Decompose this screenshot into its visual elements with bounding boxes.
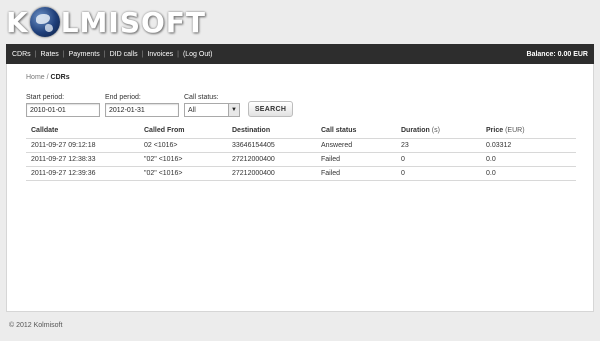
nav-separator: | <box>34 50 37 58</box>
cell-duration: 0 <box>396 165 481 181</box>
start-period-field: Start period: <box>26 94 100 117</box>
nav-separator: | <box>62 50 65 58</box>
nav-log-out[interactable]: (Log Out) <box>183 51 213 58</box>
end-period-field: End period: <box>105 94 179 117</box>
table-row: 2011-09-27 12:38:33 "02" <1016> 27212000… <box>26 151 576 166</box>
header-calldate[interactable]: Calldate <box>26 124 139 138</box>
cell-called-from: "02" <1016> <box>139 165 227 181</box>
header-destination[interactable]: Destination <box>227 124 316 138</box>
header-called-from[interactable]: Called From <box>139 124 227 138</box>
logo-text: LMISOFT <box>60 5 207 39</box>
main-content: Home / CDRs Start period: End period: Ca… <box>6 64 594 312</box>
cell-called-from: 02 <1016> <box>139 137 227 152</box>
cell-price: 0.0 <box>481 165 576 181</box>
header-price-unit: (EUR) <box>505 127 525 135</box>
cell-called-from: "02" <1016> <box>139 151 227 166</box>
end-period-label: End period: <box>105 94 141 101</box>
breadcrumb: Home / CDRs <box>26 74 70 81</box>
start-period-input[interactable] <box>26 103 100 117</box>
kolmisoft-logo[interactable]: K LMISOFT <box>6 5 207 39</box>
cell-call-status: Failed <box>316 165 396 181</box>
globe-icon <box>29 7 60 37</box>
top-nav: CDRs | Rates | Payments | DID calls | In… <box>6 44 594 64</box>
nav-separator: | <box>141 50 144 58</box>
cell-price: 0.03312 <box>481 137 576 152</box>
search-button[interactable]: SEARCH <box>248 101 293 117</box>
dropdown-arrow-icon[interactable]: ▼ <box>228 104 239 116</box>
nav-separator: | <box>103 50 106 58</box>
call-status-value: All <box>188 106 196 114</box>
cdr-table: Calldate Called From Destination Call st… <box>26 124 576 181</box>
logo-letter-k: K <box>6 5 29 39</box>
header-duration[interactable]: Duration (s) <box>396 124 481 138</box>
header-price[interactable]: Price (EUR) <box>481 124 576 138</box>
nav-cdrs[interactable]: CDRs <box>12 51 31 58</box>
header-price-label: Price <box>486 127 504 135</box>
cell-destination: 33646154405 <box>227 137 316 152</box>
cell-destination: 27212000400 <box>227 165 316 181</box>
nav-payments[interactable]: Payments <box>69 51 100 58</box>
start-period-label: Start period: <box>26 94 65 101</box>
balance-display: Balance: 0.00 EUR <box>526 50 588 58</box>
cell-destination: 27212000400 <box>227 151 316 166</box>
table-header-row: Calldate Called From Destination Call st… <box>26 124 576 138</box>
footer-copyright: © 2012 Kolmisoft <box>9 322 63 329</box>
header: K LMISOFT <box>0 0 600 44</box>
call-status-field: Call status: All ▼ <box>184 94 240 117</box>
cell-duration: 23 <box>396 137 481 152</box>
header-duration-unit: (s) <box>431 127 440 135</box>
header-duration-label: Duration <box>401 127 430 135</box>
table-row: 2011-09-27 09:12:18 02 <1016> 3364615440… <box>26 137 576 152</box>
end-period-input[interactable] <box>105 103 179 117</box>
breadcrumb-current: CDRs <box>50 74 70 81</box>
cell-calldate: 2011-09-27 12:39:36 <box>26 165 139 181</box>
call-status-label: Call status: <box>184 94 219 101</box>
nav-did-calls[interactable]: DID calls <box>110 51 138 58</box>
cell-call-status: Failed <box>316 151 396 166</box>
filter-form: Start period: End period: Call status: A… <box>26 94 293 117</box>
nav-rates[interactable]: Rates <box>41 51 59 58</box>
breadcrumb-home[interactable]: Home <box>26 74 45 81</box>
cell-calldate: 2011-09-27 12:38:33 <box>26 151 139 166</box>
table-row: 2011-09-27 12:39:36 "02" <1016> 27212000… <box>26 165 576 181</box>
nav-invoices[interactable]: Invoices <box>147 51 173 58</box>
call-status-select[interactable]: All ▼ <box>184 103 240 117</box>
cell-calldate: 2011-09-27 09:12:18 <box>26 137 139 152</box>
nav-separator: | <box>177 50 179 58</box>
cell-call-status: Answered <box>316 137 396 152</box>
header-call-status[interactable]: Call status <box>316 124 396 138</box>
cell-price: 0.0 <box>481 151 576 166</box>
cell-duration: 0 <box>396 151 481 166</box>
